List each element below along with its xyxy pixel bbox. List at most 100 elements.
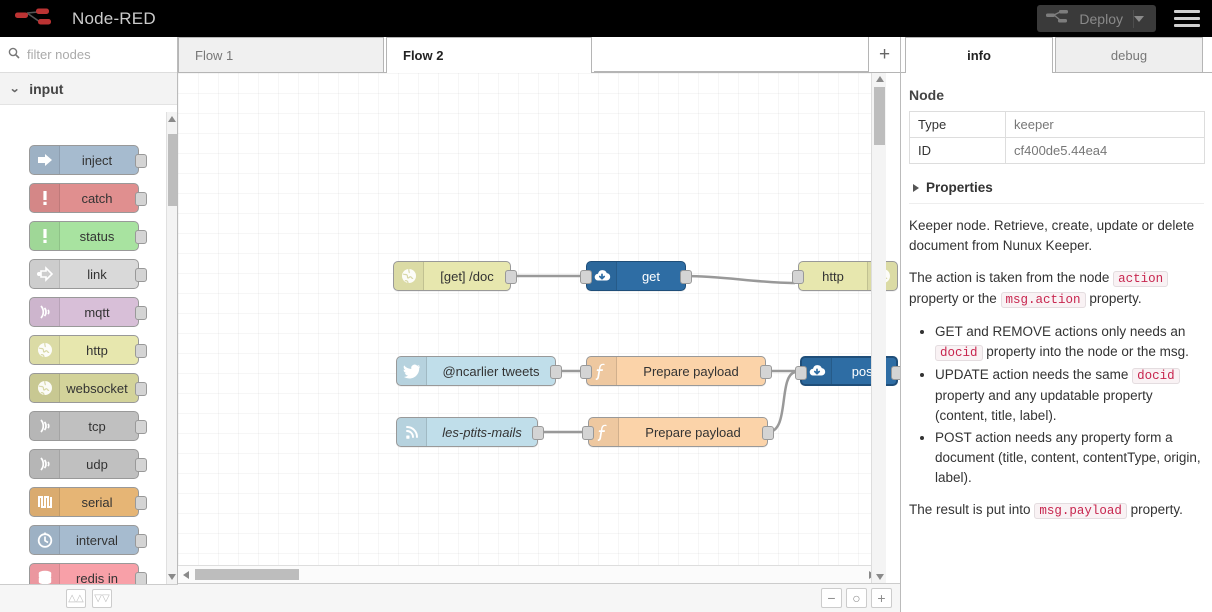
sidebar-tab-info[interactable]: info	[905, 37, 1053, 73]
flow-node-func-2[interactable]: Prepare payload	[582, 417, 774, 447]
palette-node-port	[135, 192, 147, 206]
palette-node-inject[interactable]: inject	[29, 145, 147, 175]
palette-node-tcp[interactable]: tcp	[29, 411, 147, 441]
canvas-footer-bar: − ○ +	[178, 583, 900, 612]
hamburger-bar	[1174, 17, 1200, 20]
palette-node-status[interactable]: status	[29, 221, 147, 251]
flow-node-output-port[interactable]	[760, 365, 772, 379]
flow-node-output-port[interactable]	[762, 426, 774, 440]
scroll-up-icon[interactable]	[876, 76, 884, 82]
flow-node-twitter-in[interactable]: @ncarlier tweets	[396, 356, 562, 386]
flow-node-feed-in[interactable]: les-ptits-mails	[396, 417, 544, 447]
zoom-reset-icon[interactable]: ○	[846, 588, 867, 608]
flow-node-output-port[interactable]	[680, 270, 692, 284]
scroll-down-icon[interactable]	[168, 574, 176, 580]
palette-node-port	[135, 268, 147, 282]
flow-node-func-1[interactable]: Prepare payload	[580, 356, 772, 386]
canvas-horizontal-scrollbar[interactable]	[178, 565, 885, 583]
palette-node-label: serial	[81, 494, 113, 510]
properties-toggle[interactable]: Properties	[909, 174, 1204, 204]
bullet-code: docid	[935, 345, 983, 361]
search-input[interactable]	[25, 46, 165, 63]
flow-node-output-port[interactable]	[550, 365, 562, 379]
flow-node-label: get	[641, 268, 661, 284]
header-actions: Deploy	[1037, 5, 1212, 32]
flow-node-label: [get] /doc	[440, 268, 494, 284]
scroll-up-icon[interactable]	[168, 116, 176, 122]
chevron-down-icon: ⌄	[9, 83, 21, 95]
app-header: Node-RED Deploy	[0, 0, 1212, 37]
chevron-down-icon[interactable]	[1134, 15, 1144, 22]
palette-search[interactable]	[0, 37, 177, 73]
flow-node-label: @ncarlier tweets	[442, 363, 540, 379]
help-p2-c: property.	[1085, 291, 1142, 306]
flow-node-input-port[interactable]	[580, 365, 592, 379]
palette-node-link[interactable]: link	[29, 259, 147, 289]
chevron-right-icon	[913, 183, 919, 192]
flow-node-input-port[interactable]	[582, 426, 594, 440]
deploy-button[interactable]: Deploy	[1037, 5, 1156, 32]
palette-node-udp[interactable]: udp	[29, 449, 147, 479]
palette-node-catch[interactable]: catch	[29, 183, 147, 213]
palette-category-input[interactable]: ⌄ input	[0, 73, 177, 105]
zoom-in-icon[interactable]: +	[871, 588, 892, 608]
palette-scroll-thumb[interactable]	[168, 134, 177, 206]
help-bullet-item: POST action needs any property form a do…	[935, 428, 1204, 488]
node-section-title: Node	[909, 87, 944, 103]
bullet-code: docid	[1132, 368, 1180, 384]
palette-node-redis-in[interactable]: redis in	[29, 563, 147, 584]
palette-node-interval[interactable]: interval	[29, 525, 147, 555]
palette-node-serial[interactable]: serial	[29, 487, 147, 517]
flow-canvas[interactable]: [get] /doc get http @ncarlier tweets Prepare…	[178, 73, 900, 583]
properties-label: Properties	[926, 180, 993, 195]
flow-node-output-port[interactable]	[505, 270, 517, 284]
node-info-key: Type	[909, 111, 1006, 138]
palette-node-port	[135, 154, 147, 168]
exclamation-icon	[30, 222, 60, 250]
flow-tab-flow-1[interactable]: Flow 1	[178, 37, 384, 72]
hamburger-bar	[1174, 24, 1200, 27]
deploy-label: Deploy	[1079, 10, 1123, 27]
flow-node-label: post	[851, 363, 877, 379]
palette-node-port	[135, 344, 147, 358]
help-paragraph-1: Keeper node. Retrieve, create, update or…	[909, 218, 1195, 253]
collapse-all-icon[interactable]: △△	[66, 589, 86, 608]
flow-node-input-port[interactable]	[792, 270, 804, 284]
sidebar-body: Node Type keeper ID cf400de5.44ea4 Properti…	[901, 73, 1212, 612]
flow-node-output-port[interactable]	[532, 426, 544, 440]
hamburger-menu-icon[interactable]	[1174, 10, 1200, 27]
node-info-table: Type keeper ID cf400de5.44ea4	[909, 111, 1205, 164]
help-bullet-item: UPDATE action needs the same docid prope…	[935, 365, 1204, 426]
scroll-left-icon[interactable]	[183, 570, 189, 579]
palette-node-http[interactable]: http	[29, 335, 147, 365]
code-action: action	[1113, 271, 1169, 287]
flow-tab-flow-2[interactable]: Flow 2	[386, 37, 592, 73]
expand-all-icon[interactable]: ▽▽	[92, 589, 112, 608]
add-flow-tab-button[interactable]: +	[868, 37, 900, 72]
palette-scrollbar[interactable]	[166, 112, 177, 584]
flow-node-input-port[interactable]	[580, 270, 592, 284]
canvas-vertical-scrollbar[interactable]	[871, 73, 886, 583]
sidebar-tab-debug[interactable]: debug	[1055, 37, 1203, 72]
palette-node-websocket[interactable]: websocket	[29, 373, 147, 403]
flow-node-input-port[interactable]	[795, 366, 807, 380]
flow-node-label: http	[822, 268, 844, 284]
zoom-out-icon[interactable]: −	[821, 588, 842, 608]
scroll-down-icon[interactable]	[876, 574, 884, 580]
palette-node-label: inject	[81, 152, 113, 168]
help-p2-a: The action is taken from the node	[909, 270, 1114, 285]
hscroll-thumb[interactable]	[195, 569, 299, 580]
help-paragraph-2: The action is taken from the node action…	[909, 268, 1204, 310]
flow-node-label: les-ptits-mails	[442, 424, 522, 440]
palette-node-port	[135, 572, 147, 584]
palette-node-mqtt[interactable]: mqtt	[29, 297, 147, 327]
palette-node-label: websocket	[66, 380, 128, 396]
palette-node-label: catch	[81, 190, 113, 206]
node-red-logo-icon	[14, 6, 60, 31]
flow-node-output-port[interactable]	[891, 366, 900, 380]
palette-node-label: mqtt	[84, 304, 110, 320]
node-red-editor: Node-RED Deploy filter nodes ⌄ input inj…	[0, 0, 1212, 612]
vscroll-thumb[interactable]	[874, 87, 885, 145]
flow-node-http-in-doc[interactable]: [get] /doc	[393, 261, 517, 291]
flow-node-keeper-get[interactable]: get	[580, 261, 692, 291]
